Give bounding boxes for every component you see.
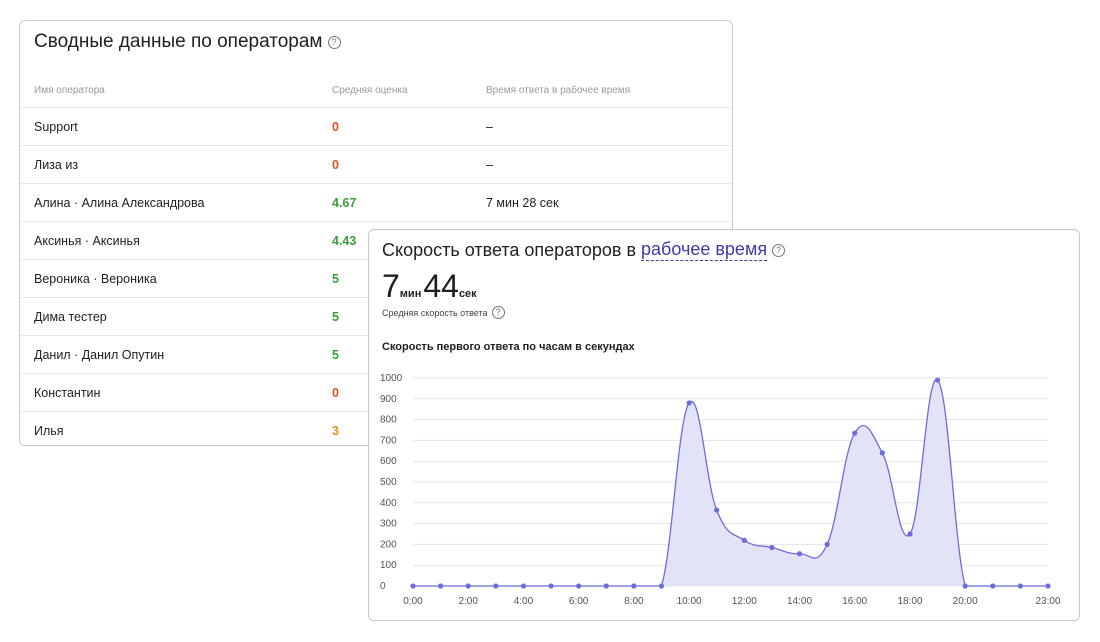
- operator-score: 0: [332, 120, 339, 134]
- operator-score: 5: [332, 272, 339, 286]
- x-tick-label: 2:00: [458, 596, 478, 607]
- operator-score: 3: [332, 424, 339, 438]
- x-tick-label: 18:00: [897, 596, 922, 607]
- data-point: [990, 583, 996, 589]
- help-icon[interactable]: ?: [327, 35, 341, 49]
- speed-title-text: Скорость ответа операторов в: [382, 239, 637, 260]
- data-point: [824, 541, 830, 547]
- average-speed-label: Средняя скорость ответа ?: [382, 306, 505, 319]
- x-tick-label: 0:00: [403, 596, 423, 607]
- column-header-score[interactable]: Средняя оценка: [332, 85, 408, 96]
- table-row[interactable]: Support 0 –: [20, 108, 732, 146]
- y-tick-label: 400: [380, 498, 397, 509]
- data-point: [438, 583, 444, 589]
- operator-name: Алина · Алина Александрова: [34, 196, 205, 210]
- y-tick-label: 500: [380, 477, 397, 488]
- operator-name: Аксинья · Аксинья: [34, 234, 140, 248]
- x-tick-label: 8:00: [624, 596, 644, 607]
- minutes-unit: мин: [399, 288, 422, 300]
- data-point: [796, 551, 803, 557]
- x-tick-label: 14:00: [787, 596, 812, 607]
- seconds-unit: сек: [458, 288, 477, 300]
- table-row[interactable]: Лиза из 0 –: [20, 146, 732, 184]
- help-icon[interactable]: ?: [491, 306, 505, 319]
- operator-score: 5: [332, 348, 339, 362]
- x-tick-label: 20:00: [953, 596, 978, 607]
- data-point: [741, 537, 747, 543]
- operator-name: Данил · Данил Опутин: [34, 348, 165, 362]
- data-point: [465, 583, 471, 589]
- operator-name: Support: [34, 120, 78, 134]
- chart-title: Скорость первого ответа по часам в секун…: [382, 341, 635, 353]
- data-point: [658, 583, 665, 589]
- data-point: [1017, 583, 1023, 589]
- data-point: [686, 400, 692, 406]
- data-point: [907, 531, 913, 537]
- table-row[interactable]: Алина · Алина Александрова 4.67 7 мин 28 с…: [20, 184, 732, 222]
- operator-score: 4.43: [332, 234, 357, 248]
- x-tick-label: 10:00: [677, 596, 702, 607]
- data-point: [410, 583, 416, 589]
- operators-title: Сводные данные по операторам ?: [34, 31, 341, 53]
- y-tick-label: 100: [380, 560, 397, 571]
- data-point: [879, 450, 885, 456]
- y-tick-label: 600: [380, 456, 397, 467]
- x-tick-label: 23:00: [1035, 596, 1060, 607]
- response-speed-card: Скорость ответа операторов в рабочее вре…: [368, 229, 1080, 621]
- operator-score: 0: [332, 386, 339, 400]
- y-tick-label: 0: [380, 581, 386, 592]
- operator-name: Дима тестер: [34, 310, 107, 324]
- data-point: [1045, 583, 1051, 589]
- operator-score: 4.67: [332, 196, 357, 210]
- x-tick-label: 4:00: [514, 596, 534, 607]
- y-tick-label: 900: [380, 394, 397, 405]
- operator-name: Лиза из: [34, 158, 79, 172]
- operator-score: 5: [332, 310, 339, 324]
- data-point: [631, 583, 637, 589]
- data-point: [769, 544, 775, 551]
- table-header: Имя оператора Средняя оценка Время ответ…: [20, 79, 732, 108]
- operators-title-text: Сводные данные по операторам: [34, 31, 323, 52]
- operator-response-time: –: [486, 120, 493, 134]
- operator-response-time: –: [486, 158, 493, 172]
- column-header-name[interactable]: Имя оператора: [34, 85, 105, 96]
- minutes-value: 7: [382, 268, 400, 304]
- operator-score: 0: [332, 158, 339, 172]
- data-point: [520, 583, 527, 589]
- work-hours-link[interactable]: рабочее время: [641, 239, 768, 261]
- y-tick-label: 800: [380, 415, 397, 426]
- y-tick-label: 1000: [380, 373, 403, 384]
- data-point: [548, 583, 554, 589]
- x-tick-label: 6:00: [569, 596, 589, 607]
- data-point: [852, 430, 858, 436]
- data-point: [714, 507, 720, 513]
- average-speed-label-text: Средняя скорость ответа: [382, 307, 488, 318]
- operator-name: Константин: [34, 386, 101, 400]
- x-tick-label: 16:00: [842, 596, 867, 607]
- column-header-time[interactable]: Время ответа в рабочее время: [486, 85, 630, 96]
- data-point: [603, 583, 609, 589]
- data-point: [576, 583, 582, 589]
- data-point: [934, 377, 941, 383]
- y-tick-label: 700: [380, 435, 397, 446]
- seconds-value: 44: [423, 268, 459, 304]
- speed-title: Скорость ответа операторов в рабочее вре…: [382, 239, 786, 261]
- operator-response-time: 7 мин 28 сек: [486, 196, 559, 210]
- operator-name: Вероника · Вероника: [34, 272, 157, 286]
- x-tick-label: 12:00: [732, 596, 757, 607]
- help-icon[interactable]: ?: [772, 243, 786, 257]
- data-point: [493, 583, 499, 589]
- y-tick-label: 300: [380, 519, 397, 530]
- hourly-response-chart: 0 100 200 300 400 500 600 700 800 900 1000 0:00 2:00…: [380, 373, 1061, 607]
- data-point: [962, 583, 968, 589]
- operator-name: Илья: [34, 424, 64, 438]
- average-response-value: 7 мин 44 сек: [382, 268, 479, 304]
- y-tick-label: 200: [380, 539, 397, 550]
